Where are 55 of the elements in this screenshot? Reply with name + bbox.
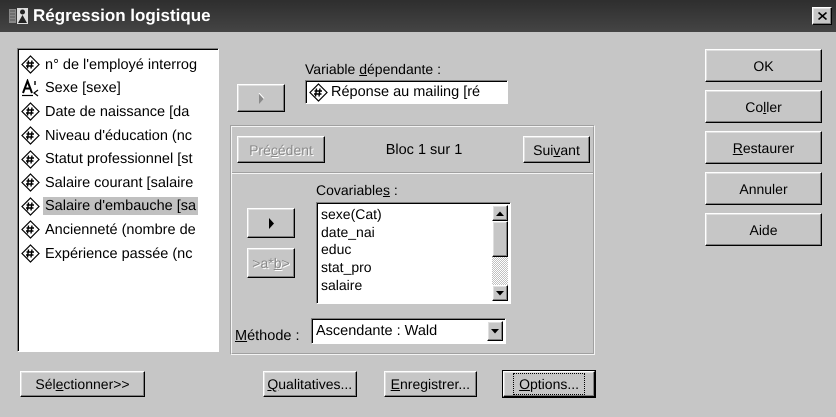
method-label: Méthode : — [234, 328, 301, 344]
dialog-button[interactable]: Qualitatives... — [263, 371, 357, 397]
numeric-variable-icon — [21, 220, 40, 240]
arrow-down-icon — [496, 290, 504, 296]
variable-item[interactable]: Date de naissance [da — [43, 102, 192, 121]
arrow-right-icon — [258, 92, 264, 104]
variable-item[interactable]: Ancienneté (nombre de — [43, 220, 198, 239]
scroll-up-button[interactable] — [492, 205, 508, 221]
numeric-variable-icon — [309, 82, 328, 102]
scrollbar-thumb[interactable] — [492, 221, 508, 257]
select-button[interactable]: Sélectionner>> — [20, 371, 145, 397]
dialog-button[interactable]: OK — [705, 49, 822, 82]
variable-item[interactable]: Statut professionnel [st — [43, 150, 194, 168]
variable-item[interactable]: Salaire courant [salaire — [43, 174, 196, 192]
caret-icon — [491, 328, 499, 334]
variable-list[interactable]: n° de l'employé interrog Sexe [sexe] Date de naissance [da Niveau d'éducation (nc Statut professionnel [st Salaire courant [salaire Salaire d'embauche [sa Ancienneté (nombre de Expérience passée (nc — [17, 48, 219, 352]
dialog-button[interactable]: Options... — [503, 371, 595, 397]
dialog-button[interactable]: Annuler — [705, 172, 822, 205]
scroll-down-button[interactable] — [492, 285, 508, 301]
dialog-button[interactable]: Aide — [705, 213, 822, 246]
variable-item[interactable]: Expérience passée (nc — [43, 244, 194, 263]
numeric-variable-icon — [21, 102, 40, 122]
covariate-item[interactable]: salaire — [320, 276, 492, 294]
dependent-variable-field[interactable]: Réponse au mailing [ré — [305, 80, 508, 104]
move-right-button[interactable] — [247, 208, 295, 238]
covariate-item[interactable]: educ — [320, 241, 492, 260]
next-button[interactable]: Suivant — [523, 136, 590, 163]
covariate-item[interactable]: stat_pro — [320, 259, 492, 277]
variable-item[interactable]: n° de l'employé interrog — [43, 56, 200, 74]
numeric-variable-icon — [21, 126, 40, 146]
close-icon — [818, 12, 826, 20]
block-status: Bloc 1 sur 1 — [384, 142, 464, 158]
window-title: Régression logistique — [33, 6, 212, 26]
numeric-variable-icon — [21, 173, 40, 192]
string-variable-icon — [21, 78, 40, 98]
method-dropdown[interactable]: Ascendante : Wald — [311, 318, 506, 344]
dependent-variable-label: Variable dépendante : — [305, 61, 442, 79]
variable-item[interactable]: Sexe [sexe] — [43, 79, 123, 98]
app-icon — [9, 7, 29, 25]
variable-item[interactable]: Niveau d'éducation (nc — [43, 126, 194, 145]
arrow-up-icon — [496, 210, 504, 216]
dialog-button[interactable]: Enregistrer... — [384, 371, 478, 397]
covariates-label: Covariables : — [316, 182, 399, 200]
numeric-variable-icon — [21, 150, 40, 169]
dialog-button[interactable]: Restaurer — [705, 131, 822, 164]
covariate-item[interactable]: sexe(Cat) — [320, 206, 492, 224]
covariate-item[interactable]: date_nai — [320, 224, 492, 242]
numeric-variable-icon — [21, 196, 40, 216]
close-button[interactable] — [812, 7, 832, 25]
numeric-variable-icon — [21, 244, 40, 264]
numeric-variable-icon — [21, 55, 40, 74]
variable-item[interactable]: Salaire d'embauche [sa — [43, 197, 198, 216]
arrow-right-icon — [268, 218, 274, 228]
covariates-list[interactable]: sexe(Cat) date_nai educ stat_pro salaire — [316, 202, 511, 304]
dialog-button[interactable]: Coller — [705, 90, 822, 123]
